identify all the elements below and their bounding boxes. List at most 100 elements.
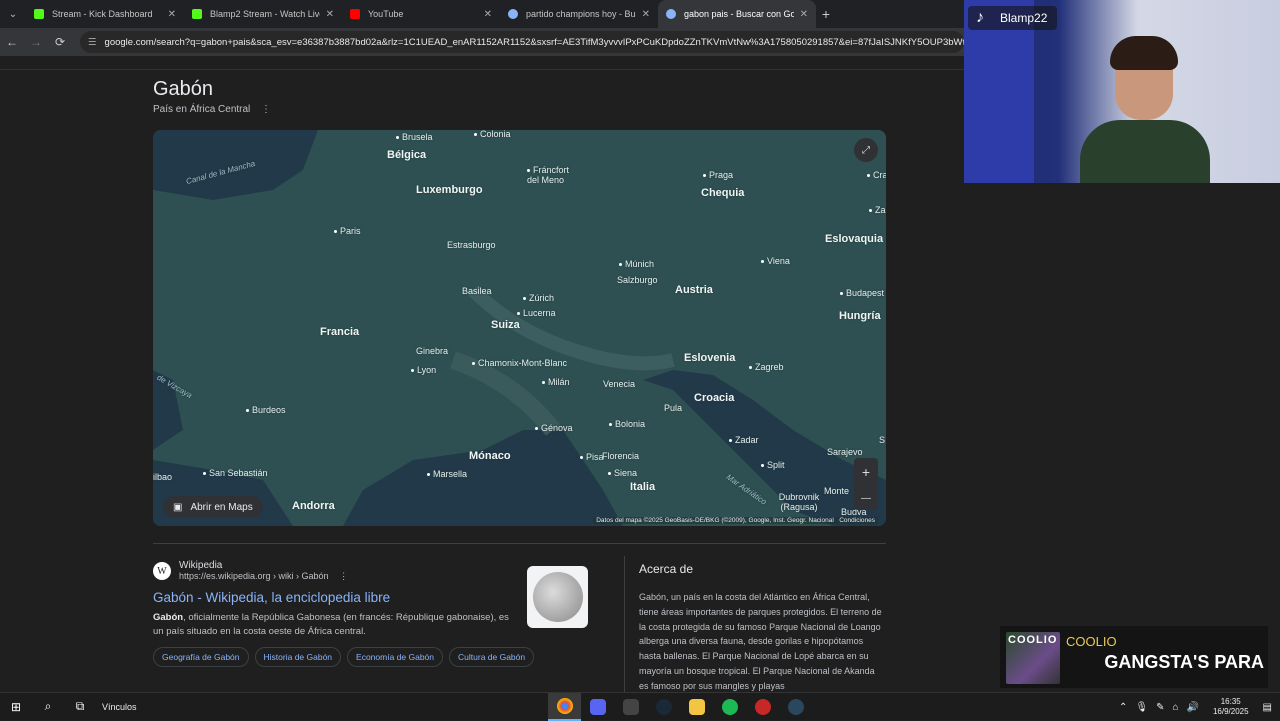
map-label: Zagreb [749,362,784,372]
map-label: Génova [535,423,573,433]
map-attribution: Datos del mapa ©2025 GeoBasis-DE/BKG (©2… [593,517,878,524]
streamer-image [1080,36,1210,183]
zoom-in-button[interactable]: + [862,464,870,480]
result-snippet: Gabón, oficialmente la República Gabones… [153,611,513,639]
result-source: W Wikipedia https://es.wikipedia.org › w… [153,560,583,582]
steam-alt-icon[interactable] [779,693,812,721]
tab-gabon-pais[interactable]: gabon pais - Buscar con Googl ✕ [658,0,816,28]
map-label: Marsella [427,469,467,479]
divider [624,556,625,692]
tab-title: Blamp2 Stream - Watch Live on [210,9,320,19]
clock-time: 16:35 [1220,697,1241,706]
windows-start-icon[interactable]: ⊞ [0,693,32,721]
map-label: Lucerna [517,308,556,318]
forward-arrow-icon[interactable]: → [24,35,48,49]
task-view-icon[interactable]: ⧉ [64,693,96,721]
result-link[interactable]: Gabón - Wikipedia, la enciclopedia libre [153,590,583,605]
map[interactable]: Canal de la Mancha de Vizcaya Mar Adriát… [153,130,886,526]
map-label: Cra [867,170,886,180]
map-label: Mónaco [469,450,511,462]
keyboard-icon[interactable] [614,693,647,721]
back-arrow-icon[interactable]: ← [0,35,24,49]
spotify-icon[interactable] [713,693,746,721]
map-label: Fráncfort del Meno [527,165,577,185]
music-track: GANGSTA'S PARA [1104,652,1264,672]
chevron-up-icon[interactable]: ⌃ [1119,702,1127,713]
about-panel: Acerca de Gabón, un país en la costa del… [639,562,884,692]
tab-kick-dashboard[interactable]: Stream - Kick Dashboard ✕ [26,0,184,28]
open-in-maps-button[interactable]: ▣ Abrir en Maps [163,496,263,518]
pen-icon[interactable]: ✎ [1156,702,1164,713]
tab-close-icon[interactable]: ✕ [484,9,492,20]
map-label: Estrasburgo [447,240,496,250]
tab-close-icon[interactable]: ✕ [800,9,808,20]
links-toolbar[interactable]: Vínculos [102,702,137,712]
map-label: ilbao [153,472,173,482]
expand-map-icon[interactable]: ⤢ [854,138,878,162]
chip-geografia[interactable]: Geografía de Gabón [153,647,249,667]
map-label: Split [761,460,785,470]
obs-icon[interactable] [746,693,779,721]
about-text: Gabón, un país en la costa del Atlántico… [639,592,882,691]
more-options-icon[interactable]: ⋮ [339,571,348,581]
webcam-overlay: ♪ Blamp22 [964,0,1280,183]
microphone-icon[interactable]: 🎙 [1135,702,1148,713]
tab-partido-champions[interactable]: partido champions hoy - Busca ✕ [500,0,658,28]
search-header [0,56,964,70]
chip-economia[interactable]: Economía de Gabón [347,647,444,667]
map-label: Bélgica [387,149,427,161]
chip-historia[interactable]: Historia de Gabón [254,647,342,667]
tab-title: Stream - Kick Dashboard [52,9,153,19]
search-icon[interactable]: ⌕ [32,693,64,721]
tab-close-icon[interactable]: ✕ [642,9,650,20]
result-thumbnail[interactable] [527,566,588,628]
chrome-icon[interactable] [548,693,581,721]
tab-close-icon[interactable]: ✕ [168,9,176,20]
open-in-maps-label: Abrir en Maps [190,501,253,513]
map-label: Chequia [701,187,745,199]
map-label: Venecia [603,379,636,389]
more-options-icon[interactable]: ⋮ [261,104,271,115]
chip-cultura[interactable]: Cultura de Gabón [449,647,535,667]
page-right-area [964,183,1280,692]
tiktok-username: Blamp22 [1000,11,1048,25]
search-results-page: Gabón País en África Central ⋮ Canal de … [0,56,964,692]
map-label: Andorra [292,500,335,512]
notifications-icon[interactable]: ▤ [1263,702,1272,713]
clock-date: 16/9/2025 [1212,707,1249,716]
address-bar[interactable]: ☰ google.com/search?q=gabon+pais&sca_esv… [80,31,964,53]
network-icon[interactable]: ⌂ [1172,702,1178,713]
about-heading: Acerca de [639,562,694,576]
music-artist: COOLIO [1066,634,1117,649]
system-tray: ⌃ 🎙 ✎ ⌂ 🔊 16:35 16/9/2025 ▤ [1115,693,1280,721]
map-label: Luxemburgo [416,184,483,196]
steam-icon[interactable] [647,693,680,721]
map-label: Praga [703,170,733,180]
tab-blamp2-stream[interactable]: Blamp2 Stream - Watch Live on ✕ [184,0,342,28]
site-info-icon[interactable]: ☰ [88,37,97,48]
map-label: Brusela [396,132,433,142]
url-text: google.com/search?q=gabon+pais&sca_esv=e… [104,36,964,48]
tab-youtube[interactable]: YouTube ✕ [342,0,500,28]
new-tab-button[interactable]: + [816,6,836,22]
tab-close-icon[interactable]: ✕ [326,9,334,20]
volume-icon[interactable]: 🔊 [1187,702,1199,713]
zoom-out-button[interactable]: — [861,493,871,504]
map-label: Francia [320,326,360,338]
map-label: Zadar [729,435,759,445]
discord-icon[interactable] [581,693,614,721]
globe-map-image [532,572,583,622]
map-label: Múnich [619,259,654,269]
page-subtitle: País en África Central ⋮ [153,104,271,115]
kick-favicon-icon [34,9,44,19]
clock[interactable]: 16:35 16/9/2025 [1213,697,1249,717]
zoom-controls: + — [854,458,878,510]
map-label: Croacia [694,392,735,404]
map-label: San Sebastián [203,468,268,478]
conditions-link[interactable]: Condiciones [839,517,875,524]
file-explorer-icon[interactable] [680,693,713,721]
reload-icon[interactable]: ⟳ [48,35,72,49]
map-label: Monte [824,486,850,496]
tab-search-icon[interactable]: ⌄ [0,0,26,28]
map-label: Pisa [580,452,604,462]
